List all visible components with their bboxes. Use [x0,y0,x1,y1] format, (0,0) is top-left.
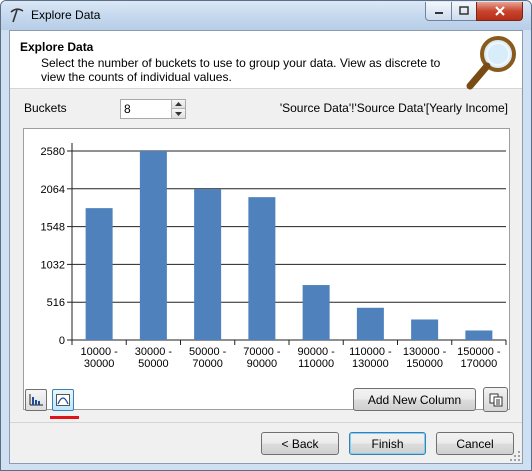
chevron-up-icon [175,102,182,106]
buckets-value[interactable]: 8 [124,102,131,116]
x-tick-label: 150000 [406,358,443,370]
title-bar[interactable]: Explore Data [1,1,531,30]
dialog-client-area: Explore Data Select the number of bucket… [9,30,523,464]
buckets-stepper[interactable]: 8 [120,99,186,119]
close-button[interactable] [476,2,523,21]
y-tick-label: 516 [47,297,65,309]
selected-view-indicator [50,416,79,419]
histogram-bar [356,307,384,340]
minimize-button[interactable] [425,2,452,21]
maximize-icon [459,6,469,15]
y-tick-label: 0 [59,335,65,347]
source-column-label: 'Source Data'!'Source Data'[Yearly Incom… [279,101,508,115]
footer-separator [10,422,522,423]
histogram-view-button[interactable] [25,389,47,411]
maximize-button[interactable] [451,2,477,21]
window-title: Explore Data [31,8,101,22]
discrete-view-button[interactable] [52,389,74,411]
histogram-bar [85,208,113,340]
copy-icon [489,393,502,406]
y-tick-label: 2064 [41,184,65,196]
histogram-bar [248,197,276,340]
dialog-header: Explore Data Select the number of bucket… [10,31,522,90]
x-tick-label: 110000 [298,358,334,370]
histogram-bar [139,151,167,340]
x-tick-label: 50000 - [189,346,227,358]
minimize-icon [434,12,443,14]
add-new-column-button[interactable]: Add New Column [353,388,476,411]
back-button[interactable]: < Back [261,432,339,455]
chart-canvas: 0516103215482064258010000 -3000030000 -5… [41,143,507,370]
histogram-bar [194,189,222,340]
copy-button[interactable] [483,387,508,412]
close-icon [494,6,505,16]
header-description: Select the number of buckets to use to g… [41,56,441,84]
curve-icon [56,394,70,406]
x-tick-label: 10000 - [80,346,118,358]
y-tick-label: 2580 [41,146,65,158]
resize-grip-icon[interactable] [509,450,521,462]
header-title: Explore Data [20,40,94,54]
x-tick-label: 30000 [84,358,115,370]
x-tick-label: 90000 [247,358,278,370]
x-tick-label: 130000 [352,358,389,370]
pickaxe-icon [10,8,24,23]
y-tick-label: 1548 [41,222,65,234]
x-tick-label: 30000 - [135,346,173,358]
magnifier-icon [466,36,516,90]
x-tick-label: 110000 - [349,346,392,358]
x-tick-label: 130000 - [403,346,447,358]
chevron-down-icon [175,111,182,116]
x-tick-label: 70000 [192,358,223,370]
x-tick-label: 70000 - [243,346,281,358]
buckets-label: Buckets [24,101,67,115]
finish-button[interactable]: Finish [349,432,426,455]
histogram-bar [465,330,493,340]
x-tick-label: 50000 [138,358,169,370]
histogram-bar [302,285,330,340]
x-tick-label: 170000 [461,358,498,370]
histogram-bar [411,319,439,340]
stepper-up-button[interactable] [171,100,185,109]
x-tick-label: 150000 - [457,346,501,358]
x-tick-label: 90000 - [297,346,335,358]
histogram-icon [29,394,43,406]
explore-data-window: Explore Data Explore Data Select the num… [0,0,532,471]
histogram-chart: 0 516 1032 1548 2064 2580 10000 -30000 30000 -5… [23,128,510,410]
cancel-button[interactable]: Cancel [436,432,514,455]
stepper-down-button[interactable] [171,109,185,118]
y-tick-label: 1032 [41,259,65,271]
